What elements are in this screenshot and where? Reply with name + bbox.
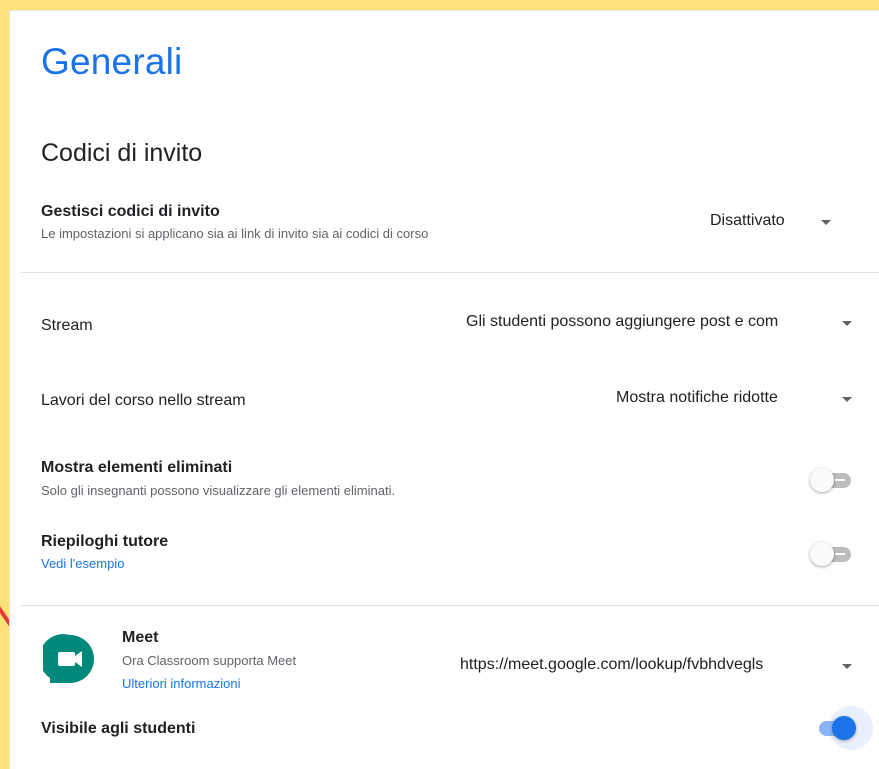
- classwork-select[interactable]: Mostra notifiche ridotte: [606, 385, 866, 415]
- caret-down-icon: [842, 664, 852, 669]
- page-title: Generali: [41, 41, 183, 82]
- divider: [21, 605, 879, 606]
- meet-description: Ora Classroom supporta Meet: [122, 653, 297, 668]
- meet-title: Meet: [122, 629, 159, 646]
- deleted-items-toggle[interactable]: [810, 466, 856, 494]
- invite-codes-description: Le impostazioni si applicano sia ai link…: [41, 226, 429, 241]
- toggle-knob: [832, 716, 856, 740]
- caret-down-icon: [842, 321, 852, 326]
- invite-codes-value: Disattivato: [710, 212, 785, 229]
- meet-link-value: https://meet.google.com/lookup/fvbhdvegl…: [460, 656, 764, 673]
- invite-codes-select[interactable]: Disattivato: [700, 208, 850, 236]
- meet-link-select[interactable]: https://meet.google.com/lookup/fvbhdvegl…: [450, 652, 866, 682]
- caret-down-icon: [842, 397, 852, 402]
- stream-label: Stream: [41, 317, 93, 334]
- section-title-invite-codes: Codici di invito: [41, 139, 203, 167]
- meet-more-info-link[interactable]: Ulteriori informazioni: [122, 676, 240, 691]
- classwork-value: Mostra notifiche ridotte: [616, 389, 778, 406]
- divider: [21, 272, 879, 273]
- classwork-label: Lavori del corso nello stream: [41, 392, 246, 409]
- stream-select[interactable]: Gli studenti possono aggiungere post e c…: [456, 309, 866, 339]
- visible-to-students-label: Visibile agli studenti: [41, 720, 196, 737]
- general-settings-card: Generali Codici di invito Gestisci codic…: [9, 10, 879, 769]
- deleted-items-description: Solo gli insegnanti possono visualizzare…: [41, 483, 396, 498]
- deleted-items-label: Mostra elementi eliminati: [41, 459, 233, 476]
- toggle-knob: [810, 468, 834, 492]
- google-meet-icon: [43, 634, 94, 683]
- guardian-example-link[interactable]: Vedi l'esempio: [41, 556, 124, 571]
- invite-codes-label: Gestisci codici di invito: [41, 203, 220, 220]
- visible-to-students-toggle[interactable]: [810, 706, 873, 750]
- caret-down-icon: [821, 220, 831, 225]
- stream-value: Gli studenti possono aggiungere post e c…: [466, 313, 779, 330]
- toggle-knob: [810, 542, 834, 566]
- guardian-summaries-toggle[interactable]: [810, 540, 856, 568]
- guardian-summaries-label: Riepiloghi tutore: [41, 533, 169, 550]
